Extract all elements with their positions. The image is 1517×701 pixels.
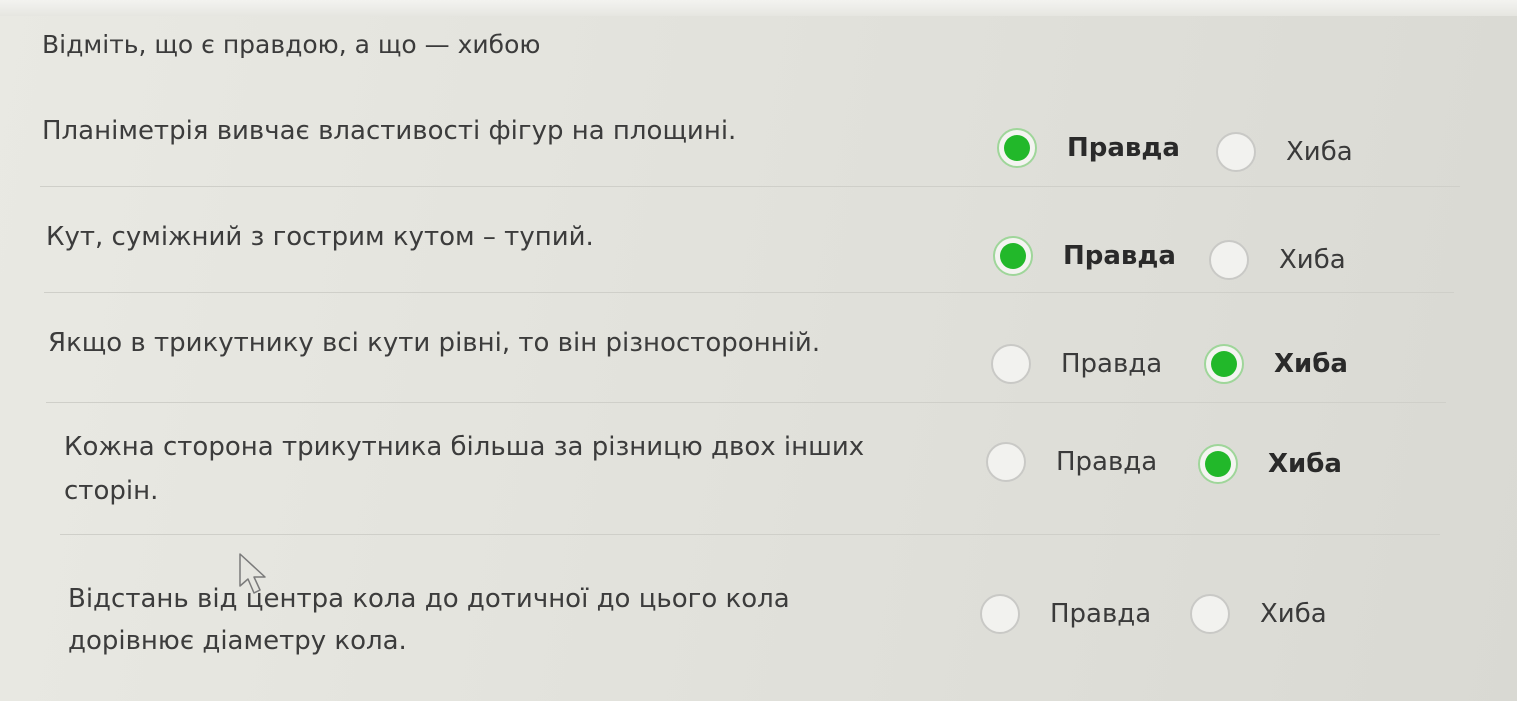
question-text-line2: сторін. [64,476,159,506]
question-text: Якщо в трикутнику всі кути рівні, то він… [48,328,821,358]
row-divider [60,534,1440,535]
radio-false[interactable] [1209,240,1249,280]
radio-false[interactable] [1190,594,1230,634]
option-true[interactable]: Правда [993,236,1176,276]
radio-true[interactable] [986,442,1026,482]
option-false[interactable]: Хиба [1204,344,1348,384]
radio-true[interactable] [980,594,1020,634]
option-false[interactable]: Хиба [1198,444,1342,484]
option-true-label: Правда [1067,133,1180,163]
row-divider [44,292,1454,293]
radio-false[interactable] [1204,344,1244,384]
option-true-label: Правда [1063,241,1176,271]
top-bar [0,0,1517,16]
question-text-line2: дорівнює діаметру кола. [68,626,407,656]
option-false-label: Хиба [1279,245,1346,275]
radio-true[interactable] [991,344,1031,384]
option-true[interactable]: Правда [991,344,1162,384]
question-text: Планіметрія вивчає властивості фігур на … [42,116,737,146]
radio-false[interactable] [1198,444,1238,484]
option-false[interactable]: Хиба [1190,594,1327,634]
option-false-label: Хиба [1286,137,1353,167]
instruction-text: Відміть, що є правдою, а що — хибою [42,30,541,59]
row-divider [40,186,1460,187]
option-true-label: Правда [1056,447,1158,477]
question-text-line1: Відстань від центра кола до дотичної до … [68,584,790,614]
option-false[interactable]: Хиба [1216,132,1353,172]
mouse-cursor-icon [239,553,266,594]
option-true-label: Правда [1061,349,1163,379]
question-text-line1: Кожна сторона трикутника більша за різни… [64,432,865,462]
option-false[interactable]: Хиба [1209,240,1346,280]
option-true[interactable]: Правда [986,442,1157,482]
option-false-label: Хиба [1274,349,1348,379]
radio-true[interactable] [993,236,1033,276]
option-true-label: Правда [1050,599,1152,629]
radio-true[interactable] [997,128,1037,168]
radio-false[interactable] [1216,132,1256,172]
row-divider [46,402,1446,403]
option-false-label: Хиба [1260,599,1327,629]
option-false-label: Хиба [1268,449,1342,479]
option-true[interactable]: Правда [997,128,1180,168]
option-true[interactable]: Правда [980,594,1151,634]
question-text: Кут, суміжний з гострим кутом – тупий. [46,222,594,252]
